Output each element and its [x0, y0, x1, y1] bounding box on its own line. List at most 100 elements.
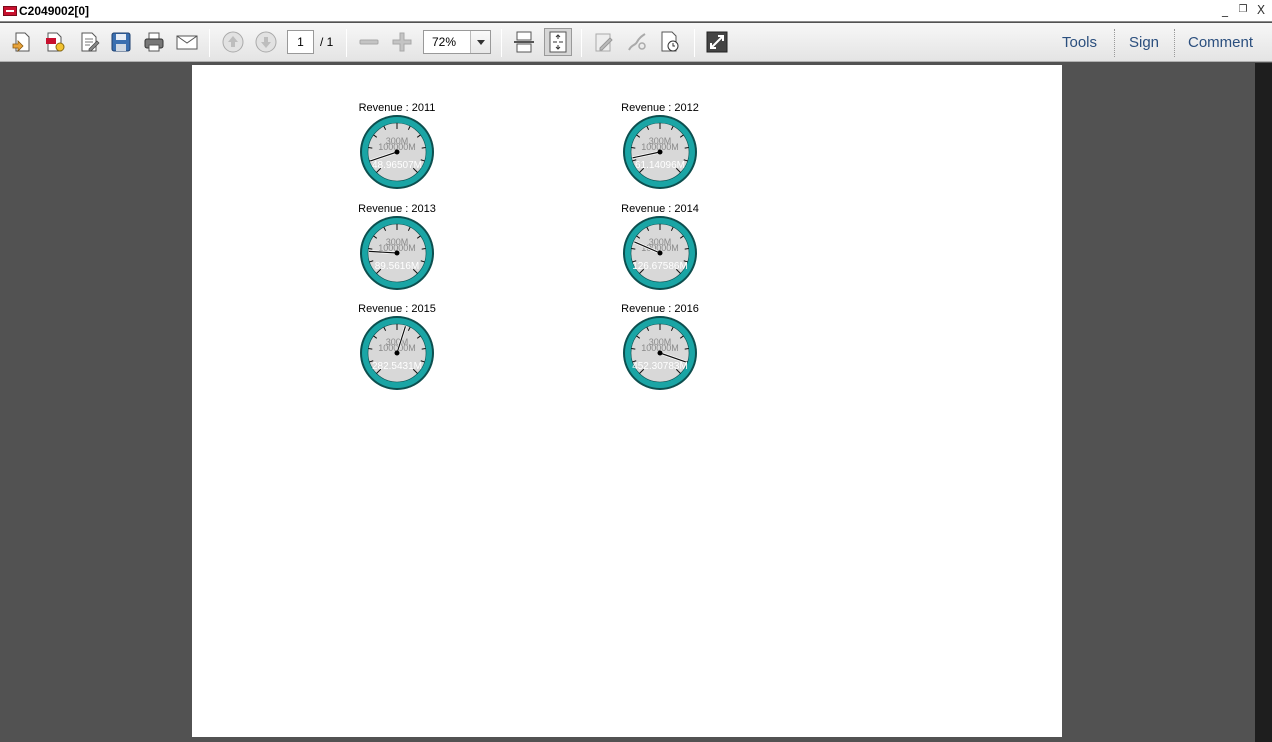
gauge-tick [421, 146, 426, 149]
gauge-dial: 300M100000M126.67586M [623, 216, 697, 290]
revenue-gauge: Revenue : 2012 300M 100000M 61.14096M [585, 102, 735, 202]
page-number-input[interactable]: 1 [287, 30, 314, 54]
toolbar-separator [581, 29, 582, 57]
toolbar: 1 / 1 72% Tools Sign Comment [0, 23, 1272, 62]
document-viewport[interactable]: Revenue : 2011 300M 100000M 48.96507M Revenu… [0, 63, 1255, 742]
gauge-value-label: 282.5431M [372, 361, 422, 372]
export-pdf-button[interactable] [41, 28, 69, 56]
print-icon [144, 32, 164, 52]
toolbar-separator [346, 29, 347, 57]
print-button[interactable] [140, 28, 168, 56]
gauge-title: Revenue : 2012 [621, 102, 699, 114]
gauge-hub [394, 149, 400, 155]
minimize-button[interactable]: _ [1218, 3, 1232, 17]
pdf-app-icon [3, 6, 17, 16]
revenue-gauge: Revenue : 2011 300M 100000M 48.96507M [322, 102, 472, 202]
gauge-value-label: 452.30783M [632, 361, 688, 372]
gauge-value-label: 89.5616M [375, 261, 419, 272]
gauge-tick [684, 347, 689, 350]
gauge-tick [684, 146, 689, 149]
gauge-title: Revenue : 2014 [621, 203, 699, 215]
gauge-tick [684, 247, 689, 250]
gauge-dial: 300M100000M61.14096M [623, 115, 697, 189]
restore-button[interactable]: ❐ [1236, 3, 1250, 17]
revenue-gauge: Revenue : 2016 300M 100000M 452.30783M [585, 303, 735, 403]
next-page-button[interactable] [252, 28, 280, 56]
gauge-value-label: 48.96507M [372, 160, 422, 171]
vertical-scrollbar[interactable] [1255, 63, 1272, 742]
create-pdf-button[interactable] [8, 28, 36, 56]
gauge-hub [657, 149, 663, 155]
close-button[interactable]: X [1254, 3, 1268, 17]
gauge-hub [657, 250, 663, 256]
save-button[interactable] [107, 28, 135, 56]
edit-document-icon [81, 32, 100, 52]
revenue-gauge: Revenue : 2013 300M 100000M 89.5616M [322, 203, 472, 303]
gauge-value-label: 126.67586M [632, 261, 688, 272]
gauge-dial: 300M100000M282.5431M [360, 316, 434, 390]
gauge-hub [394, 250, 400, 256]
edit-document-button[interactable] [75, 28, 103, 56]
gauge-hub [394, 350, 400, 356]
minus-icon [359, 39, 379, 45]
sign-menu[interactable]: Sign [1129, 34, 1159, 51]
expand-icon [706, 31, 728, 53]
comment-menu[interactable]: Comment [1188, 34, 1253, 51]
menu-separator [1114, 29, 1115, 57]
signature-button[interactable] [623, 28, 651, 56]
toolbar-separator [209, 29, 210, 57]
zoom-select[interactable]: 72% [423, 30, 491, 54]
toolbar-separator [694, 29, 695, 57]
gauge-tick [421, 347, 426, 350]
gauge-tick [631, 247, 636, 250]
arrow-down-circle-icon [255, 31, 277, 53]
arrow-up-circle-icon [222, 31, 244, 53]
gauge-title: Revenue : 2013 [358, 203, 436, 215]
previous-page-button[interactable] [219, 28, 247, 56]
toolbar-separator [501, 29, 502, 57]
email-icon [176, 35, 198, 50]
gauge-tick [368, 247, 373, 250]
email-button[interactable] [173, 28, 201, 56]
tools-menu[interactable]: Tools [1062, 34, 1097, 51]
gauge-value-label: 61.14096M [635, 160, 685, 171]
pencil-form-icon [595, 33, 613, 52]
gauge-dial: 300M100000M48.96507M [360, 115, 434, 189]
create-pdf-icon [12, 32, 30, 52]
fit-page-icon [549, 31, 567, 53]
page-total-label: / 1 [320, 35, 334, 49]
pen-nib-icon [628, 33, 646, 51]
gauge-tick [368, 347, 373, 350]
chevron-down-icon[interactable] [470, 31, 490, 53]
gauge-title: Revenue : 2011 [358, 102, 436, 114]
pdf-page: Revenue : 2011 300M 100000M 48.96507M Revenu… [192, 65, 1062, 737]
window-title: C2049002[0] [19, 4, 90, 18]
title-bar: C2049002[0] _ ❐ X [0, 0, 1272, 22]
plus-icon [392, 32, 412, 52]
zoom-value: 72% [432, 35, 457, 49]
scrolling-mode-button[interactable] [510, 28, 538, 56]
zoom-out-button[interactable] [355, 28, 383, 56]
fullscreen-button[interactable] [703, 28, 731, 56]
timestamp-button[interactable] [656, 28, 684, 56]
revenue-gauge: Revenue : 2015 300M 100000M 282.5431M [322, 303, 472, 403]
menu-separator [1174, 29, 1175, 57]
gauge-tick [421, 247, 426, 250]
save-icon [111, 32, 131, 52]
gauge-title: Revenue : 2015 [358, 303, 436, 315]
export-pdf-icon [46, 32, 65, 52]
zoom-in-button[interactable] [388, 28, 416, 56]
gauge-tick [368, 146, 373, 149]
revenue-gauge: Revenue : 2014 300M 100000M 126.67586M [585, 203, 735, 303]
gauge-dial: 300M100000M452.30783M [623, 316, 697, 390]
gauge-title: Revenue : 2016 [621, 303, 699, 315]
document-clock-icon [661, 31, 679, 52]
gauge-tick [631, 146, 636, 149]
gauge-hub [657, 350, 663, 356]
gauge-tick [631, 347, 636, 350]
gauge-dial: 300M100000M89.5616M [360, 216, 434, 290]
pdf-viewer-window: C2049002[0] _ ❐ X 1 / 1 72% Tools Sign C… [0, 0, 1272, 742]
scroll-mode-icon [514, 31, 534, 53]
fill-sign-button[interactable] [590, 28, 618, 56]
fit-page-button[interactable] [544, 28, 572, 56]
